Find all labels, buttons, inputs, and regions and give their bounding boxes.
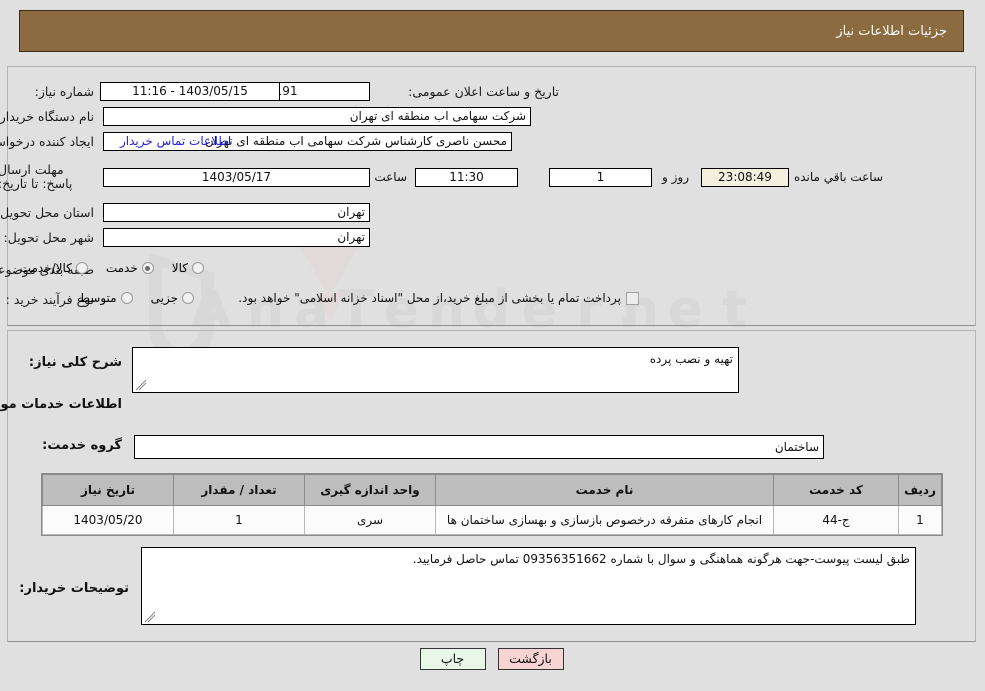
services-info-heading: اطلاعات خدمات مورد نیاز — [0, 397, 123, 412]
province-label: استان محل تحویل: — [0, 205, 95, 220]
col-code: کد خدمت — [774, 474, 900, 506]
process-radio-group: جزیی متوسط — [44, 291, 195, 305]
need-number-label-wrap: شماره نیاز: — [36, 84, 95, 99]
col-date: تاریخ نیاز — [43, 474, 175, 506]
remaining-days-label: روز و — [663, 170, 690, 184]
radio-icon-kala[interactable] — [193, 262, 205, 274]
process-option-jozi-label: جزیی — [151, 291, 179, 305]
action-button-bar: بازگشت چاپ — [0, 648, 985, 670]
creator-label: ایجاد کننده درخواست: — [0, 134, 95, 149]
resize-grip-icon-notes — [145, 611, 157, 623]
treasury-note-label: پرداخت تمام یا بخشی از مبلغ خرید،از محل … — [239, 291, 622, 305]
treasury-note-wrap: پرداخت تمام یا بخشی از مبلغ خرید،از محل … — [234, 291, 640, 305]
radio-icon-kala-khedmat[interactable] — [76, 262, 89, 274]
buyer-contact-link[interactable]: اطلاعات تماس خریدار — [121, 134, 232, 148]
process-option-jozi[interactable]: جزیی — [152, 291, 195, 305]
buyer-org-label: نام دستگاه خریدار: — [0, 109, 95, 124]
category-option-kala-label: کالا — [172, 261, 189, 275]
cell-date: 1403/05/20 — [43, 505, 175, 535]
cell-qty: 1 — [174, 505, 306, 535]
service-items-table: ردیف کد خدمت نام خدمت واحد اندازه گیری ت… — [43, 474, 943, 535]
announce-label-wrap: تاریخ و ساعت اعلان عمومی: — [409, 84, 560, 99]
print-button[interactable]: چاپ — [420, 648, 487, 670]
deadline-time-value: 11:30 — [416, 168, 519, 187]
city-value: تهران — [104, 228, 371, 247]
countdown-timer-value: 23:08:49 — [702, 168, 790, 187]
service-items-table-wrapper: ردیف کد خدمت نام خدمت واحد اندازه گیری ت… — [42, 473, 944, 536]
cell-name: انجام کارهای متفرقه درخصوص بازسازی و بهس… — [436, 505, 775, 535]
service-group-value[interactable]: ساختمان — [135, 435, 825, 459]
category-option-kala-khedmat-label: کالا/خدمت — [20, 261, 73, 275]
announce-datetime-value: 1403/05/15 - 11:16 — [101, 82, 281, 101]
category-option-kala[interactable]: کالا — [173, 261, 205, 275]
need-summary-panel — [8, 66, 977, 326]
creator-label-wrap: ایجاد کننده درخواست: — [0, 134, 95, 149]
radio-icon-khedmat[interactable] — [142, 262, 155, 274]
category-option-khedmat[interactable]: خدمت — [107, 261, 155, 275]
general-desc-value: تهیه و نصب پرده — [650, 352, 734, 366]
hour-label: ساعت — [375, 170, 408, 184]
buyer-notes-value: طبق لیست پیوست-جهت هرگونه هماهنگی و سوال… — [413, 552, 911, 566]
countdown-label: ساعت باقي مانده — [794, 170, 884, 184]
buyer-org-label-wrap: نام دستگاه خریدار: — [0, 109, 95, 124]
cell-unit: سری — [305, 505, 437, 535]
col-qty: تعداد / مقدار — [174, 474, 306, 506]
category-option-kala-khedmat[interactable]: کالا/خدمت — [21, 261, 89, 275]
city-label-wrap: شهر محل تحویل: — [5, 230, 95, 245]
buyer-notes-label: توضیحات خریدار: — [20, 581, 130, 596]
back-button[interactable]: بازگشت — [498, 648, 565, 670]
table-row: 1 ج-44 انجام کارهای متفرقه درخصوص بازساز… — [43, 505, 943, 535]
buyer-org-value: شرکت سهامی اب منطقه ای تهران — [104, 107, 532, 126]
process-option-motevaset-label: متوسط — [79, 291, 118, 305]
page-header-bar: جزئیات اطلاعات نیاز — [20, 10, 965, 52]
need-number-label: شماره نیاز: — [35, 84, 95, 99]
radio-icon-jozi[interactable] — [183, 292, 195, 304]
service-group-label: گروه خدمت: — [43, 438, 123, 453]
city-label: شهر محل تحویل: — [4, 230, 95, 245]
announce-datetime-label: تاریخ و ساعت اعلان عمومی: — [409, 84, 560, 99]
province-value: تهران — [104, 203, 371, 222]
radio-icon-motevaset[interactable] — [121, 292, 134, 304]
category-radio-group: کالا خدمت کالا/خدمت — [3, 261, 205, 275]
col-unit: واحد اندازه گیری — [305, 474, 437, 506]
category-option-khedmat-label: خدمت — [106, 261, 139, 275]
process-option-motevaset[interactable]: متوسط — [80, 291, 134, 305]
resize-grip-icon — [136, 379, 148, 391]
deadline-label-wrap: مهلت ارسال پاسخ: تا تاریخ: — [0, 163, 95, 191]
deadline-label: مهلت ارسال پاسخ: تا تاریخ: — [0, 162, 74, 191]
deadline-date-value: 1403/05/17 — [104, 168, 371, 187]
table-header-row: ردیف کد خدمت نام خدمت واحد اندازه گیری ت… — [43, 474, 943, 506]
cell-index: 1 — [899, 505, 943, 535]
col-name: نام خدمت — [436, 474, 775, 506]
buyer-notes-textarea[interactable]: طبق لیست پیوست-جهت هرگونه هماهنگی و سوال… — [142, 547, 917, 625]
remaining-days-value: 1 — [550, 168, 653, 187]
province-label-wrap: استان محل تحویل: — [0, 205, 95, 220]
cell-code: ج-44 — [774, 505, 900, 535]
general-desc-label: شرح کلی نیاز: — [29, 355, 123, 370]
page-title: جزئیات اطلاعات نیاز — [837, 23, 948, 39]
general-desc-textarea[interactable]: تهیه و نصب پرده — [133, 347, 740, 393]
treasury-checkbox[interactable] — [627, 291, 640, 305]
col-index: ردیف — [899, 474, 943, 506]
